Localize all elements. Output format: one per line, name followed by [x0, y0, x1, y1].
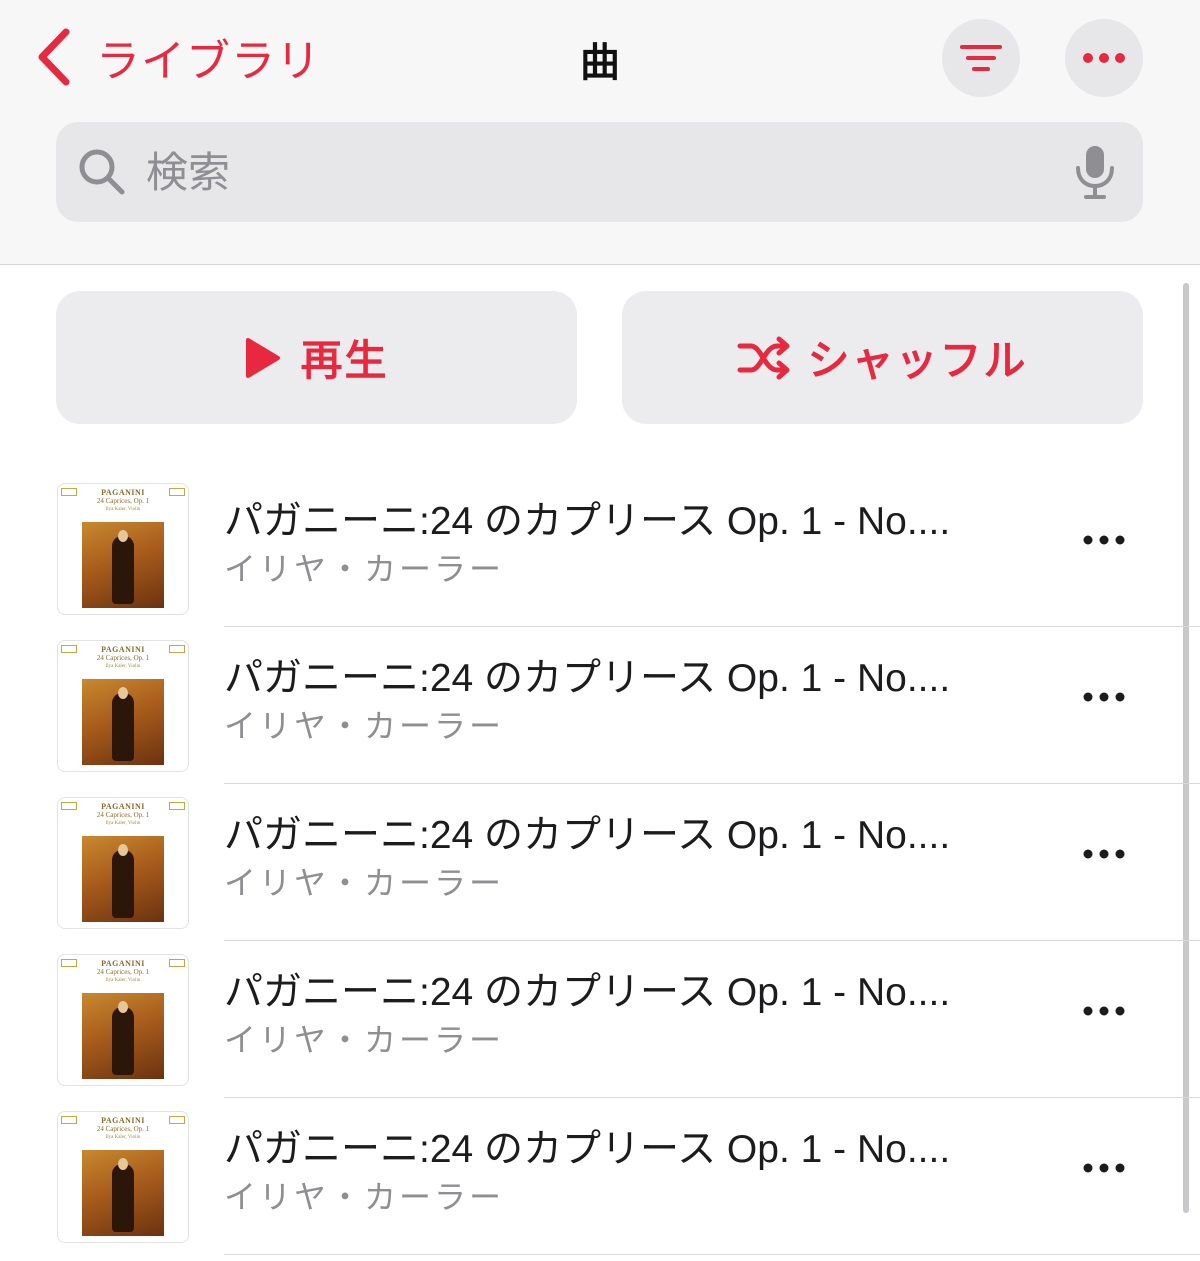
navigation-bar: ライブラリ 曲 — [0, 0, 1200, 265]
album-artwork-subtitle: 24 Caprices, Op. 1 — [96, 811, 150, 819]
ellipsis-icon — [1083, 1006, 1125, 1016]
album-artwork: PAGANINI 24 Caprices, Op. 1 Ilya Kaler, … — [57, 1111, 189, 1243]
violinist-face — [118, 844, 128, 856]
violinist-figure — [112, 1164, 134, 1232]
song-row[interactable]: PAGANINI 24 Caprices, Op. 1 Ilya Kaler, … — [0, 941, 1200, 1098]
album-artwork-performer: Ilya Kaler, Violin — [105, 507, 141, 512]
search-bar[interactable] — [56, 122, 1143, 222]
label-logo — [61, 802, 77, 810]
album-artwork-subtitle: 24 Caprices, Op. 1 — [96, 1125, 150, 1133]
ellipsis-icon — [1083, 849, 1125, 859]
album-artwork-performer: Ilya Kaler, Violin — [105, 821, 141, 826]
song-artist: イリヤ・カーラー — [224, 864, 505, 902]
song-more-button[interactable] — [1076, 1148, 1132, 1188]
play-button[interactable]: 再生 — [56, 291, 577, 424]
album-artwork: PAGANINI 24 Caprices, Op. 1 Ilya Kaler, … — [57, 640, 189, 772]
song-artist: イリヤ・カーラー — [224, 707, 505, 745]
play-icon — [246, 337, 281, 378]
album-painting — [82, 836, 164, 922]
violinist-figure — [112, 693, 134, 761]
song-artist: イリヤ・カーラー — [224, 1178, 505, 1216]
song-row[interactable]: PAGANINI 24 Caprices, Op. 1 Ilya Kaler, … — [0, 470, 1200, 627]
song-title: パガニーニ:24 のカプリース Op. 1 - No.... — [224, 500, 951, 543]
label-logo — [61, 1116, 77, 1124]
violinist-face — [118, 1001, 128, 1013]
play-label: 再生 — [300, 336, 389, 385]
album-painting — [82, 679, 164, 765]
shuffle-icon — [737, 336, 790, 379]
shuffle-label: シャッフル — [807, 336, 1028, 385]
ellipsis-icon — [1083, 535, 1125, 545]
label-logo — [169, 959, 185, 967]
row-divider — [224, 1253, 1200, 1255]
ellipsis-icon — [1083, 692, 1125, 702]
violinist-face — [118, 530, 128, 542]
album-artwork: PAGANINI 24 Caprices, Op. 1 Ilya Kaler, … — [57, 483, 189, 615]
ellipsis-icon — [1083, 53, 1125, 63]
microphone-icon[interactable] — [1072, 144, 1118, 200]
search-input[interactable] — [146, 122, 1046, 222]
song-title: パガニーニ:24 のカプリース Op. 1 - No.... — [224, 1128, 951, 1171]
album-artwork-performer: Ilya Kaler, Violin — [105, 978, 141, 983]
violinist-figure — [112, 536, 134, 604]
label-logo — [169, 645, 185, 653]
violinist-face — [118, 687, 128, 699]
label-logo — [169, 1116, 185, 1124]
violinist-figure — [112, 1007, 134, 1075]
label-logo — [61, 645, 77, 653]
violinist-figure — [112, 850, 134, 918]
song-row[interactable]: PAGANINI 24 Caprices, Op. 1 Ilya Kaler, … — [0, 1098, 1200, 1255]
album-painting — [82, 993, 164, 1079]
violinist-face — [118, 1158, 128, 1170]
album-artwork: PAGANINI 24 Caprices, Op. 1 Ilya Kaler, … — [57, 954, 189, 1086]
album-artwork-subtitle: 24 Caprices, Op. 1 — [96, 497, 150, 505]
song-title: パガニーニ:24 のカプリース Op. 1 - No.... — [224, 657, 951, 700]
song-more-button[interactable] — [1076, 834, 1132, 874]
more-options-button[interactable] — [1065, 19, 1143, 97]
song-artist: イリヤ・カーラー — [224, 1021, 505, 1059]
label-logo — [61, 959, 77, 967]
album-artwork-performer: Ilya Kaler, Violin — [105, 664, 141, 669]
page-title: 曲 — [580, 40, 620, 86]
album-artwork-subtitle: 24 Caprices, Op. 1 — [96, 968, 150, 976]
song-artist: イリヤ・カーラー — [224, 550, 505, 588]
shuffle-button[interactable]: シャッフル — [622, 291, 1143, 424]
label-logo — [169, 802, 185, 810]
album-artwork-performer: Ilya Kaler, Violin — [105, 1135, 141, 1140]
album-artwork-subtitle: 24 Caprices, Op. 1 — [96, 654, 150, 662]
song-more-button[interactable] — [1076, 520, 1132, 560]
song-title: パガニーニ:24 のカプリース Op. 1 - No.... — [224, 971, 951, 1014]
song-row[interactable]: PAGANINI 24 Caprices, Op. 1 Ilya Kaler, … — [0, 627, 1200, 784]
label-logo — [61, 488, 77, 496]
song-row[interactable]: PAGANINI 24 Caprices, Op. 1 Ilya Kaler, … — [0, 784, 1200, 941]
album-painting — [82, 522, 164, 608]
song-more-button[interactable] — [1076, 991, 1132, 1031]
ellipsis-icon — [1083, 1163, 1125, 1173]
song-more-button[interactable] — [1076, 677, 1132, 717]
song-title: パガニーニ:24 のカプリース Op. 1 - No.... — [224, 814, 951, 857]
label-logo — [169, 488, 185, 496]
search-icon — [79, 149, 125, 195]
album-painting — [82, 1150, 164, 1236]
album-artwork: PAGANINI 24 Caprices, Op. 1 Ilya Kaler, … — [57, 797, 189, 929]
filter-icon — [960, 45, 1002, 71]
sort-filter-button[interactable] — [942, 19, 1020, 97]
